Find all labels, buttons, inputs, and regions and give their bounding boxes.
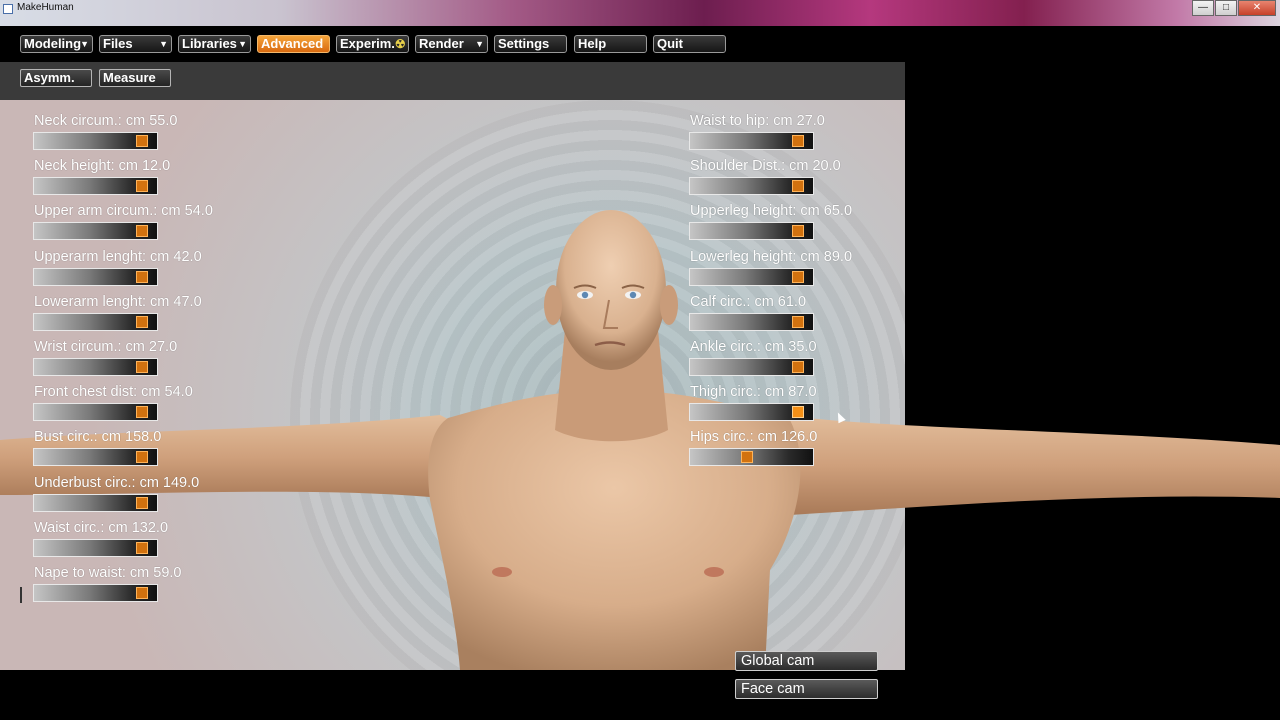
slider-label: Upper arm circum.: cm 54.0 bbox=[34, 203, 213, 220]
menu-modeling-button[interactable]: Modeling ▼ bbox=[20, 35, 93, 53]
app-icon bbox=[3, 4, 13, 14]
slider-label: Neck height: cm 12.0 bbox=[34, 158, 171, 175]
window-title-bar: MakeHuman — □ ✕ bbox=[0, 0, 1280, 26]
slider-thumb[interactable] bbox=[136, 406, 148, 419]
slider-label: Nape to waist: cm 59.0 bbox=[34, 565, 182, 581]
measure-slider[interactable] bbox=[33, 584, 158, 602]
measure-slider[interactable] bbox=[33, 222, 158, 241]
slider-thumb[interactable] bbox=[136, 180, 148, 193]
measure-slider[interactable] bbox=[33, 358, 158, 376]
slider-label: Neck circum.: cm 55.0 bbox=[34, 113, 178, 129]
menu-libraries-button[interactable]: Libraries ▼ bbox=[178, 35, 251, 53]
menu-experim-button[interactable]: Experim.☢ bbox=[336, 35, 409, 53]
window-controls: — □ ✕ bbox=[1191, 0, 1276, 16]
slider-label: Ankle circ.: cm 35.0 bbox=[690, 339, 817, 355]
dropdown-arrow-icon: ▼ bbox=[159, 39, 168, 49]
face-cam-button[interactable]: Face cam bbox=[735, 679, 878, 699]
close-icon[interactable]: ✕ bbox=[1238, 0, 1276, 16]
slider-thumb[interactable] bbox=[136, 225, 148, 238]
menu-help-button[interactable]: Help bbox=[574, 35, 647, 53]
dropdown-arrow-icon: ▼ bbox=[80, 39, 89, 49]
slider-thumb[interactable] bbox=[741, 451, 753, 464]
maximize-icon[interactable]: □ bbox=[1215, 0, 1237, 16]
measure-slider[interactable] bbox=[33, 538, 158, 557]
measure-slider[interactable] bbox=[33, 448, 158, 467]
measure-slider[interactable] bbox=[33, 493, 158, 512]
measure-slider[interactable] bbox=[33, 267, 158, 286]
dropdown-arrow-icon: ▼ bbox=[238, 39, 247, 49]
menu-label: Libraries bbox=[182, 36, 237, 51]
slider-label: Waist circ.: cm 132.0 bbox=[34, 519, 169, 536]
measure-slider[interactable] bbox=[689, 132, 814, 150]
asymm-button[interactable]: Asymm. bbox=[20, 69, 92, 87]
slider-label: Bust circ.: cm 158.0 bbox=[34, 429, 162, 446]
minimize-icon[interactable]: — bbox=[1192, 0, 1214, 16]
dropdown-arrow-icon: ▼ bbox=[475, 39, 484, 49]
menu-files-button[interactable]: Files ▼ bbox=[99, 35, 172, 53]
slider-label: Front chest dist: cm 54.0 bbox=[34, 384, 193, 401]
slider-thumb[interactable] bbox=[792, 225, 804, 238]
menu-quit-button[interactable]: Quit bbox=[653, 35, 726, 53]
measure-slider[interactable] bbox=[689, 177, 814, 196]
slider-label: Underbust circ.: cm 149.0 bbox=[34, 474, 200, 491]
slider-thumb[interactable] bbox=[136, 270, 148, 283]
menu-label: Quit bbox=[657, 36, 683, 51]
menu-label: Render bbox=[419, 36, 464, 51]
slider-thumb[interactable] bbox=[792, 361, 804, 373]
menu-settings-button[interactable]: Settings bbox=[494, 35, 567, 53]
slider-label: Waist to hip: cm 27.0 bbox=[690, 113, 825, 129]
slider-thumb[interactable] bbox=[792, 315, 804, 328]
right-panel bbox=[905, 62, 1280, 720]
measure-slider[interactable] bbox=[689, 403, 814, 422]
slider-thumb[interactable] bbox=[136, 315, 148, 328]
menu-label: Settings bbox=[498, 36, 550, 51]
slider-label: Wrist circum.: cm 27.0 bbox=[34, 339, 178, 355]
measure-slider[interactable] bbox=[689, 267, 814, 286]
slider-thumb[interactable] bbox=[792, 406, 804, 419]
global-cam-button[interactable]: Global cam bbox=[735, 651, 878, 671]
slider-thumb[interactable] bbox=[136, 135, 148, 147]
measure-slider[interactable] bbox=[33, 312, 158, 331]
slider-thumb[interactable] bbox=[136, 587, 148, 599]
menu-label: Experim. bbox=[340, 36, 395, 51]
slider-thumb[interactable] bbox=[792, 180, 804, 193]
measure-button[interactable]: Measure bbox=[99, 69, 171, 87]
slider-thumb[interactable] bbox=[792, 270, 804, 283]
slider-label: Upperarm lenght: cm 42.0 bbox=[34, 248, 202, 265]
menu-advanced-button[interactable]: Advanced bbox=[257, 35, 330, 53]
slider-label: Lowerarm lenght: cm 47.0 bbox=[34, 293, 202, 310]
slider-label: Shoulder Dist.: cm 20.0 bbox=[690, 158, 841, 175]
menu-label: Advanced bbox=[261, 36, 324, 51]
slider-label: Calf circ.: cm 61.0 bbox=[690, 293, 807, 310]
slider-label: Upperleg height: cm 65.0 bbox=[690, 203, 853, 220]
slider-label: Thigh circ.: cm 87.0 bbox=[690, 384, 817, 401]
measure-slider[interactable] bbox=[689, 222, 814, 241]
measure-slider[interactable] bbox=[33, 132, 158, 150]
menu-label: Files bbox=[103, 36, 133, 51]
measure-slider[interactable] bbox=[689, 312, 814, 331]
menu-label: Modeling bbox=[24, 36, 82, 51]
slider-thumb[interactable] bbox=[792, 135, 804, 147]
panel-edge-marker bbox=[20, 587, 22, 603]
window-title: MakeHuman bbox=[17, 2, 74, 13]
slider-thumb[interactable] bbox=[136, 496, 148, 509]
radiation-icon: ☢ bbox=[394, 37, 406, 51]
slider-label: Hips circ.: cm 126.0 bbox=[690, 429, 818, 446]
measure-slider[interactable] bbox=[689, 448, 814, 467]
menu-render-button[interactable]: Render ▼ bbox=[415, 35, 488, 53]
slider-thumb[interactable] bbox=[136, 451, 148, 464]
slider-thumb[interactable] bbox=[136, 541, 148, 554]
measure-slider[interactable] bbox=[33, 403, 158, 422]
measure-slider[interactable] bbox=[33, 177, 158, 196]
measure-slider[interactable] bbox=[689, 358, 814, 376]
menu-label: Help bbox=[578, 36, 607, 51]
slider-thumb[interactable] bbox=[136, 361, 148, 373]
slider-label: Lowerleg height: cm 89.0 bbox=[690, 248, 853, 265]
